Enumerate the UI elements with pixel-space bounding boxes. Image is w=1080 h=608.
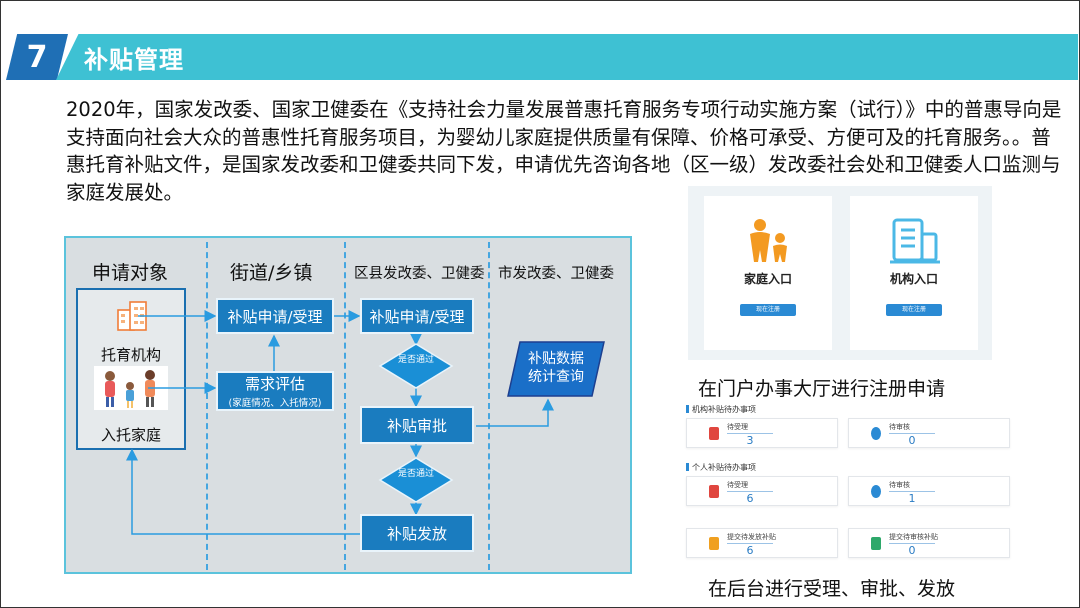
page-title: 补贴管理 <box>84 46 184 74</box>
individual-todo-title: 个人补贴待办事项 <box>686 462 756 473</box>
todo-card[interactable]: 待审核 0 <box>848 418 1010 448</box>
family-icon <box>750 219 787 262</box>
institution-entry-card[interactable]: 机构入口 现在注册 <box>850 196 978 350</box>
todo-card-label: 待审核 <box>889 423 910 431</box>
needs-assessment-sub: (家庭情况、入托情况) <box>228 398 322 409</box>
family-entry-label: 家庭入口 <box>743 272 792 286</box>
todo-card[interactable]: 提交待审核补贴 0 <box>848 528 1010 558</box>
family-register-button[interactable]: 现在注册 <box>740 304 796 316</box>
building-icon <box>890 218 940 264</box>
document-check-icon <box>871 537 881 550</box>
decision-label-2: 是否通过 <box>397 469 434 479</box>
todo-card-value: 6 <box>727 543 773 557</box>
clipboard-icon <box>709 485 719 498</box>
backoffice-caption: 在后台进行受理、审批、发放 <box>708 578 956 600</box>
decision-diamond-2 <box>378 457 454 503</box>
todo-card-label: 提交待审核补贴 <box>889 533 938 541</box>
payout-box: 补贴发放 <box>360 514 474 552</box>
todo-card-value: 3 <box>727 433 773 447</box>
institution-register-button[interactable]: 现在注册 <box>886 304 942 316</box>
clipboard-icon <box>709 427 719 440</box>
title-bar <box>56 34 1078 80</box>
todo-card-label: 提交待发放补贴 <box>727 533 776 541</box>
needs-assessment-label: 需求评估 <box>244 375 305 393</box>
portal-caption: 在门户办事大厅进行注册申请 <box>698 378 946 400</box>
todo-card-value: 0 <box>889 543 935 557</box>
todo-card-label: 待受理 <box>727 423 748 431</box>
approve-box: 补贴审批 <box>360 406 474 444</box>
hand-coin-icon <box>871 427 881 440</box>
todo-card-label: 待审核 <box>889 481 910 489</box>
institution-todo-title: 机构补贴待办事项 <box>686 404 756 415</box>
family-entry-card[interactable]: 家庭入口 现在注册 <box>704 196 832 350</box>
todo-card[interactable]: 待受理 6 <box>686 476 838 506</box>
flow-diagram: 申请对象 街道/乡镇 区县发改委、卫健委 市发改委、卫健委 托育机构 入托家庭 <box>64 236 632 574</box>
portal-screenshot: 家庭入口 现在注册 机构入口 现在注册 <box>688 186 992 360</box>
todo-card-value: 1 <box>889 491 935 505</box>
todo-card[interactable]: 提交待发放补贴 6 <box>686 528 838 558</box>
wallet-icon <box>709 537 719 550</box>
street-apply-box: 补贴申请/受理 <box>216 298 334 334</box>
todo-card-value: 0 <box>889 433 935 447</box>
needs-assessment-box: 需求评估 (家庭情况、入托情况) <box>216 371 334 411</box>
flow-connectors <box>126 310 605 535</box>
institution-entry-label: 机构入口 <box>889 272 938 286</box>
decision-label-1: 是否通过 <box>397 355 434 365</box>
todo-card[interactable]: 待受理 3 <box>686 418 838 448</box>
decision-diamond-1 <box>378 343 454 389</box>
stats-label: 补贴数据统计查询 <box>528 351 584 385</box>
hand-coin-icon <box>871 485 881 498</box>
todo-card-label: 待受理 <box>727 481 748 489</box>
county-apply-box: 补贴申请/受理 <box>360 298 474 334</box>
todo-card-value: 6 <box>727 491 773 505</box>
todo-card[interactable]: 待审核 1 <box>848 476 1010 506</box>
